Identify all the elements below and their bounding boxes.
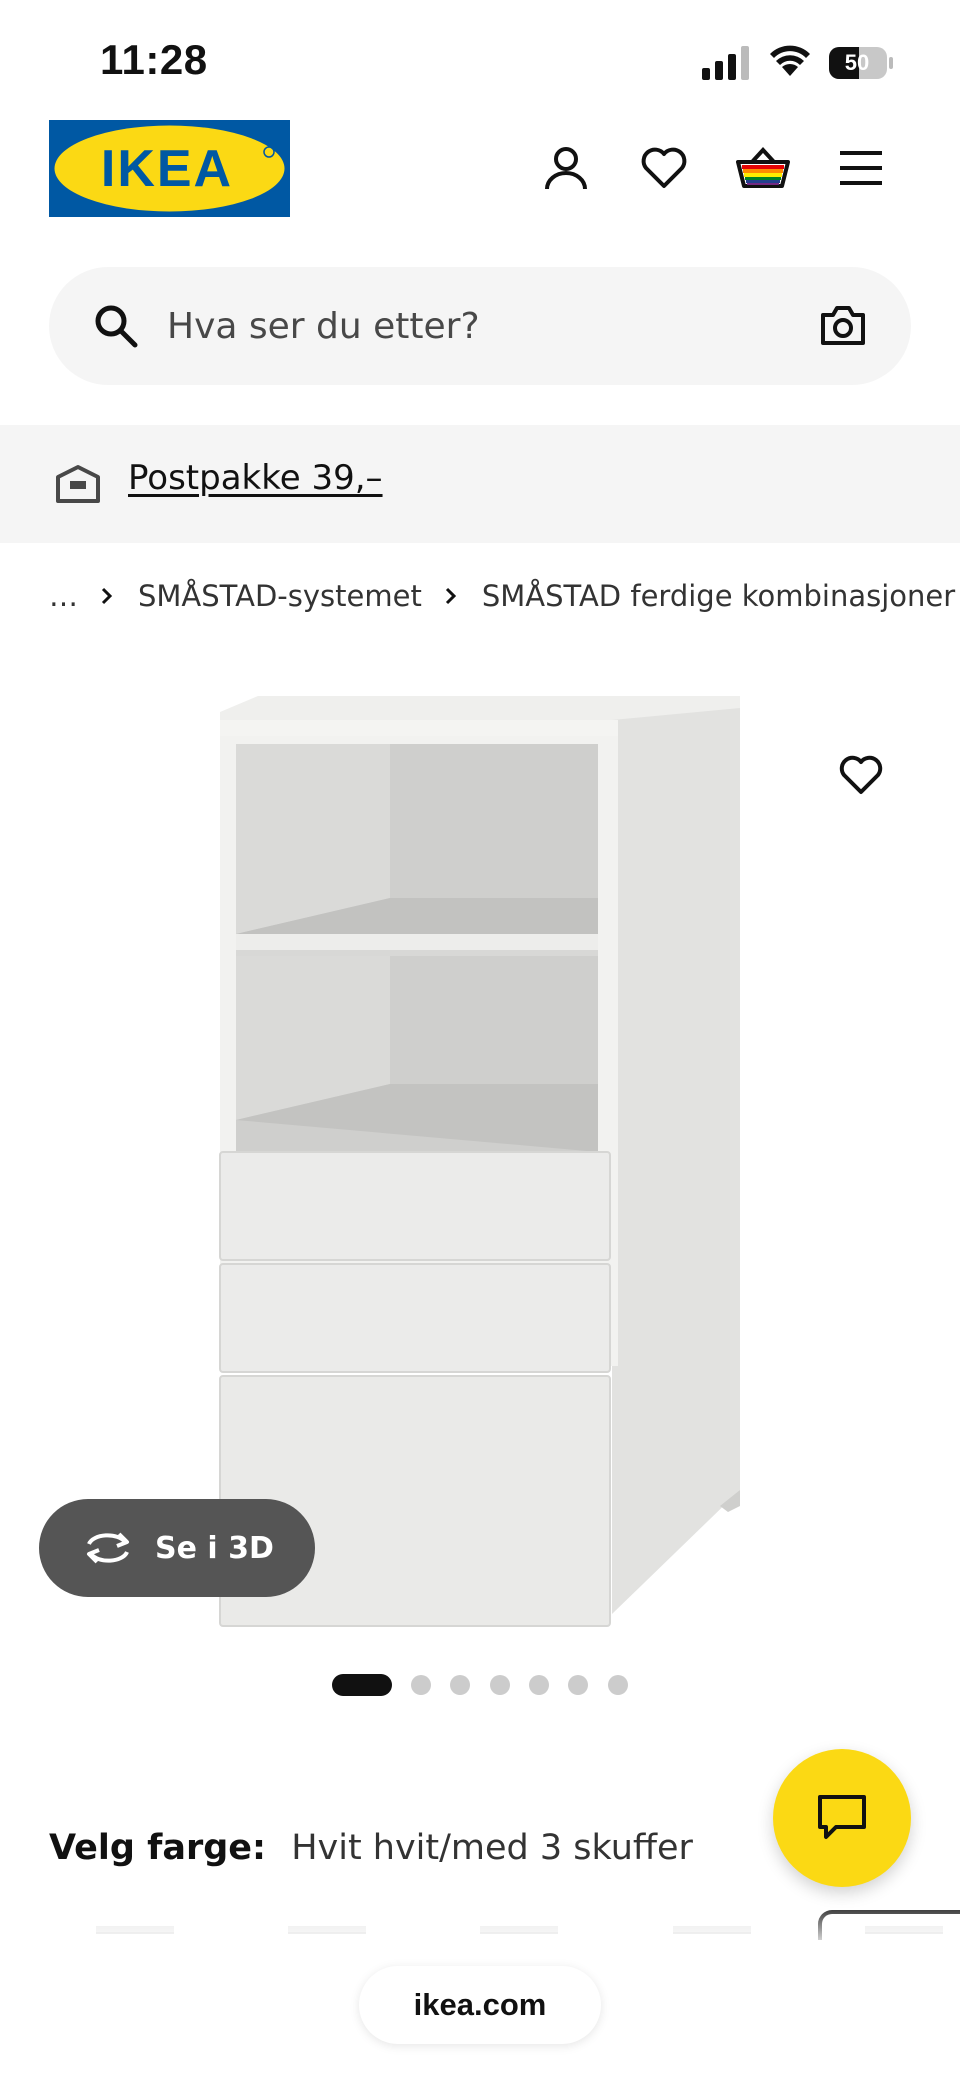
product-image[interactable] — [200, 680, 760, 1630]
search-icon — [95, 305, 138, 348]
carousel-dot[interactable] — [411, 1675, 431, 1695]
account-icon — [545, 147, 587, 190]
search-bar[interactable] — [49, 267, 911, 385]
carousel-dot[interactable] — [568, 1675, 588, 1695]
browser-url-bar[interactable]: ikea.com — [359, 1966, 601, 2044]
account-button[interactable] — [536, 138, 596, 198]
carousel-dot[interactable] — [608, 1675, 628, 1695]
color-value: Hvit hvit/med 3 skuffer — [291, 1828, 693, 1868]
delivery-box-icon — [56, 465, 100, 503]
carousel-dot[interactable] — [450, 1675, 470, 1695]
search-input[interactable] — [167, 295, 767, 357]
chat-button[interactable] — [773, 1749, 911, 1887]
heart-icon — [839, 755, 883, 794]
heart-icon — [641, 147, 687, 188]
signal-icon — [702, 46, 749, 80]
breadcrumb-item-smastad-system[interactable]: SMÅSTAD-systemet — [138, 579, 422, 613]
delivery-banner[interactable]: Postpakke 39,– — [0, 425, 960, 543]
shopping-basket-icon — [736, 147, 790, 188]
status-bar: 11:28 50 — [0, 0, 960, 120]
chevron-right-icon — [100, 587, 118, 605]
breadcrumb-ellipsis[interactable]: … — [49, 579, 78, 613]
color-selection: Velg farge: Hvit hvit/med 3 skuffer — [49, 1828, 693, 1868]
delivery-link[interactable]: Postpakke 39,– — [128, 458, 383, 498]
add-to-wishlist-button[interactable] — [832, 746, 890, 804]
wifi-icon — [770, 45, 810, 76]
carousel-dot-active[interactable] — [332, 1674, 392, 1696]
wishlist-button[interactable] — [634, 138, 694, 198]
status-time: 11:28 — [100, 36, 208, 83]
chat-bubble-icon — [818, 1795, 866, 1839]
chevron-right-icon — [444, 587, 462, 605]
menu-icon — [840, 151, 882, 185]
color-label: Velg farge: — [49, 1828, 267, 1868]
carousel-dot[interactable] — [529, 1675, 549, 1695]
breadcrumb: … SMÅSTAD-systemet SMÅSTAD ferdige kombi… — [49, 573, 955, 619]
battery-level: 50 — [844, 50, 870, 75]
carousel-indicator — [0, 1674, 960, 1698]
camera-icon[interactable] — [819, 303, 867, 347]
ikea-logo[interactable]: IKEA — [49, 120, 290, 217]
view-3d-button[interactable]: Se i 3D — [39, 1499, 315, 1597]
rotate-3d-icon — [87, 1532, 129, 1564]
breadcrumb-item-smastad-combinations[interactable]: SMÅSTAD ferdige kombinasjoner — [482, 579, 955, 613]
svg-text:IKEA: IKEA — [101, 140, 233, 198]
menu-button[interactable] — [831, 138, 891, 198]
carousel-dot[interactable] — [490, 1675, 510, 1695]
view-3d-label: Se i 3D — [155, 1530, 274, 1566]
cart-button[interactable] — [733, 138, 793, 198]
